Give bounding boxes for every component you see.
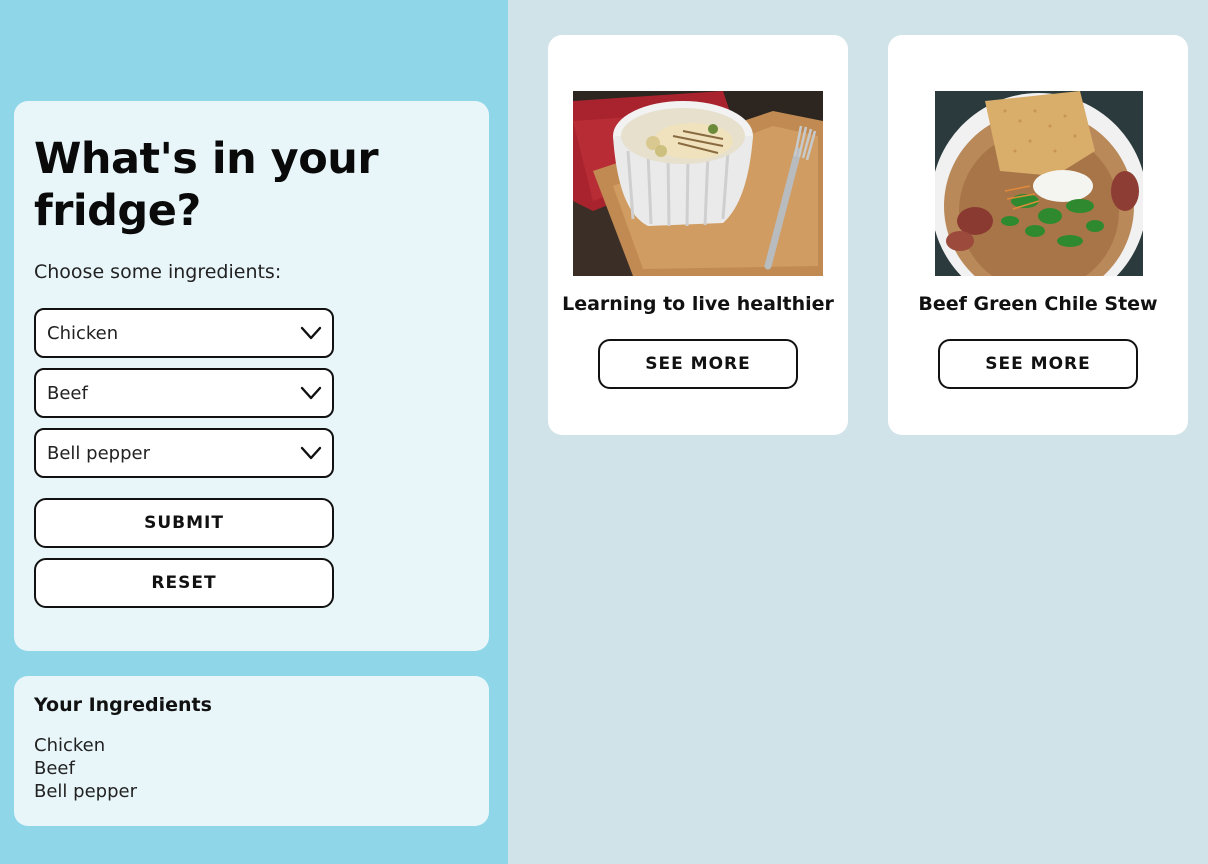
recipe-image — [935, 91, 1143, 276]
ingredient-select-2-value: Beef — [47, 382, 88, 404]
ingredient-select-3-value: Bell pepper — [47, 442, 150, 464]
ingredient-select-1[interactable]: Chicken — [34, 308, 334, 358]
ingredients-title: Your Ingredients — [34, 694, 212, 716]
chevron-down-icon — [300, 386, 322, 400]
submit-button[interactable]: SUBMIT — [34, 498, 334, 548]
see-more-button[interactable]: SEE MORE — [938, 339, 1138, 389]
reset-button[interactable]: RESET — [34, 558, 334, 608]
ingredient-select-3[interactable]: Bell pepper — [34, 428, 334, 478]
ingredient-form-panel: What's in your fridge? Choose some ingre… — [14, 101, 489, 651]
recipe-name: Learning to live healthier — [562, 293, 834, 315]
your-ingredients-panel: Your Ingredients Chicken Beef Bell peppe… — [14, 676, 489, 826]
recipe-card: Learning to live healthier SEE MORE — [548, 35, 848, 435]
ingredient-select-2[interactable]: Beef — [34, 368, 334, 418]
page-title: What's in your fridge? — [34, 134, 379, 236]
recipe-card: Beef Green Chile Stew SEE MORE — [888, 35, 1188, 435]
recipe-name: Beef Green Chile Stew — [918, 293, 1158, 315]
list-item: Chicken — [34, 735, 106, 756]
see-more-button[interactable]: SEE MORE — [598, 339, 798, 389]
list-item: Beef — [34, 758, 75, 779]
left-pane: What's in your fridge? Choose some ingre… — [0, 0, 508, 864]
list-item: Bell pepper — [34, 781, 137, 802]
chevron-down-icon — [300, 326, 322, 340]
recipe-image — [573, 91, 823, 276]
ingredient-select-1-value: Chicken — [47, 322, 119, 344]
chevron-down-icon — [300, 446, 322, 460]
form-subtitle: Choose some ingredients: — [34, 261, 282, 283]
ingredients-list: Chicken Beef Bell pepper — [34, 734, 469, 803]
